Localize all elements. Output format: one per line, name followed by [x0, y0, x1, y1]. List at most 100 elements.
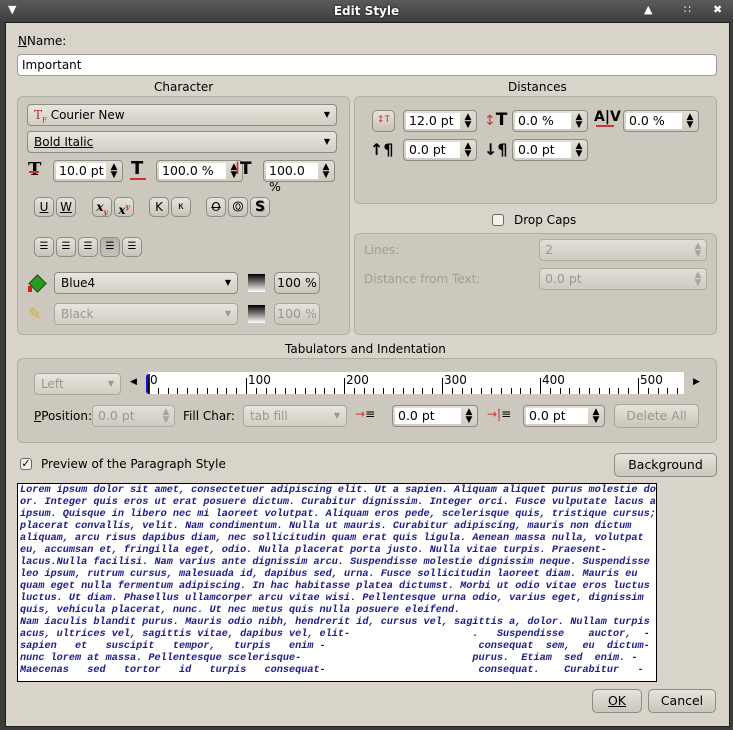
tab-position-spinbox[interactable]: 0.0 pt ▲ ▼: [92, 405, 175, 427]
maximize-icon[interactable]: ∷: [684, 3, 691, 16]
spin-arrows-icon[interactable]: ▲ ▼: [591, 408, 601, 425]
shadow-button[interactable]: S: [250, 197, 270, 217]
ruler-scroll-right-icon[interactable]: ▶: [693, 377, 700, 387]
background-button[interactable]: Background: [614, 453, 717, 477]
baseline-offset-icon: ↕T: [484, 110, 508, 130]
preview-checkbox[interactable]: ✓: [20, 458, 32, 470]
underline-words-button[interactable]: W: [56, 197, 76, 217]
ruler-tick: [422, 388, 423, 394]
space-below-spinbox[interactable]: 0.0 pt ▲ ▼: [512, 139, 588, 161]
ruler-tick: [217, 388, 218, 394]
space-above-spinbox[interactable]: 0.0 pt ▲ ▼: [403, 139, 477, 161]
baseline-offset-spinbox[interactable]: 0.0 % ▲ ▼: [512, 110, 588, 132]
scale-width-value: 100.0 %: [159, 163, 226, 179]
left-indent-spinbox[interactable]: 0.0 pt ▲ ▼: [523, 405, 605, 427]
fill-char-select[interactable]: tab fill ▼: [243, 405, 347, 427]
superscript-button[interactable]: xy: [114, 197, 134, 217]
all-caps-button[interactable]: K: [149, 197, 169, 217]
ruler-label: 400: [542, 373, 565, 387]
distance-from-text-spinbox[interactable]: 0.0 pt ▲ ▼: [539, 268, 707, 290]
font-size-spinbox[interactable]: 10.0 pt ▲ ▼: [53, 160, 123, 182]
align-justify-icon: ☰: [105, 241, 115, 252]
tab-ruler[interactable]: 0 100 200 300 400 500: [146, 372, 684, 394]
chevron-down-icon: ▼: [107, 379, 114, 388]
spin-arrows-icon[interactable]: ▲ ▼: [574, 113, 584, 130]
distance-from-text-label: Distance from Text:: [364, 272, 481, 286]
align-center-button[interactable]: ☰: [56, 237, 76, 257]
align-forced-button[interactable]: ☰: [122, 237, 142, 257]
font-style-select[interactable]: Bold Italic ▼: [27, 131, 337, 153]
spin-arrows-icon[interactable]: ▲ ▼: [463, 113, 473, 130]
align-right-button[interactable]: ☰: [78, 237, 98, 257]
ruler-tick: [315, 388, 316, 394]
tracking-value: 0.0 %: [626, 113, 682, 129]
ruler-scroll-left-icon[interactable]: ◀: [130, 377, 137, 387]
outline-button[interactable]: O: [228, 197, 248, 217]
name-input[interactable]: Important: [17, 54, 717, 76]
ruler-tick: [364, 388, 365, 394]
chevron-down-icon: ▼: [333, 411, 340, 420]
align-block-button[interactable]: ☰: [100, 237, 120, 257]
ok-button[interactable]: OK: [592, 689, 642, 713]
ruler-tick: [560, 388, 561, 394]
spin-arrows-icon[interactable]: ▲ ▼: [574, 142, 584, 159]
ruler-tick: [481, 388, 482, 394]
shade-icon[interactable]: ▲: [644, 3, 652, 16]
window-title: Edit Style: [333, 4, 400, 18]
chevron-down-icon: ▼: [323, 137, 330, 146]
tracking-spinbox[interactable]: 0.0 % ▲ ▼: [623, 110, 699, 132]
ruler-tick: [158, 388, 159, 394]
stroke-shade-button[interactable]: 100 %: [274, 303, 320, 325]
lines-spinbox[interactable]: 2 ▲ ▼: [539, 239, 707, 261]
ruler-tick: [393, 388, 394, 394]
spin-arrows-icon[interactable]: ▲ ▼: [693, 242, 703, 259]
space-below-value: 0.0 pt: [515, 142, 571, 158]
first-line-indent-spinbox[interactable]: 0.0 pt ▲ ▼: [392, 405, 478, 427]
fill-shade-button[interactable]: 100 %: [274, 272, 320, 294]
spin-arrows-icon[interactable]: ▲ ▼: [321, 163, 331, 180]
scale-width-spinbox[interactable]: 100.0 % ▲ ▼: [156, 160, 243, 182]
ruler-tick: [471, 388, 472, 394]
underline-button[interactable]: U: [34, 197, 54, 217]
preview-line: placerat convallis, velit. Nam condiment…: [20, 521, 632, 532]
cancel-label: Cancel: [660, 693, 704, 708]
ruler-tick: [246, 378, 247, 394]
font-family-select[interactable]: TF Courier New ▼: [27, 104, 337, 126]
cancel-button[interactable]: Cancel: [648, 689, 716, 713]
align-right-icon: ☰: [83, 241, 93, 252]
spin-arrows-icon[interactable]: ▲ ▼: [161, 408, 171, 425]
scale-width-icon: T: [130, 158, 146, 180]
ruler-tick: [177, 388, 178, 394]
spin-arrows-icon[interactable]: ▲ ▼: [685, 113, 695, 130]
lines-label: Lines:: [364, 243, 400, 257]
tab-type-select[interactable]: Left ▼: [34, 373, 121, 395]
delete-all-button[interactable]: Delete All: [614, 404, 699, 428]
stroke-color-icon: ✎: [28, 304, 42, 323]
small-caps-button[interactable]: κ: [171, 197, 191, 217]
baseline-offset-value: 0.0 %: [515, 113, 571, 129]
spin-arrows-icon[interactable]: ▲ ▼: [463, 142, 473, 159]
preview-line: or. Integer quis eros ut erat posuere di…: [20, 497, 657, 508]
line-spacing-mode-button[interactable]: ↕T: [372, 110, 395, 132]
line-spacing-spinbox[interactable]: 12.0 pt ▲ ▼: [403, 110, 477, 132]
stroke-gradient-swatch: [248, 305, 265, 323]
align-left-button[interactable]: ☰: [34, 237, 54, 257]
name-label: NName:: [18, 34, 67, 48]
drop-caps-checkbox[interactable]: [492, 214, 504, 226]
character-title: Character: [154, 80, 214, 94]
preview-line: Lorem ipsum dolor sit amet, consectetuer…: [20, 485, 657, 496]
close-icon[interactable]: ✖: [713, 3, 722, 16]
ruler-tick: [569, 388, 570, 394]
tab-type-value: Left: [41, 377, 64, 391]
spin-arrows-icon[interactable]: ▲ ▼: [693, 271, 703, 288]
spin-arrows-icon[interactable]: ▲ ▼: [464, 408, 474, 425]
fill-color-select[interactable]: Blue4 ▼: [54, 272, 238, 294]
ruler-tick: [305, 388, 306, 394]
first-line-indent-icon: →≡: [355, 407, 376, 421]
spin-arrows-icon[interactable]: ▲ ▼: [109, 163, 119, 180]
stroke-color-select[interactable]: Black ▼: [54, 303, 238, 325]
subscript-button[interactable]: xy: [92, 197, 112, 217]
preview-line: Nam iaculis blandit purus. Mauris odio n…: [20, 617, 657, 628]
strikethrough-button[interactable]: O: [206, 197, 226, 217]
scale-height-spinbox[interactable]: 100.0 % ▲ ▼: [263, 160, 335, 194]
